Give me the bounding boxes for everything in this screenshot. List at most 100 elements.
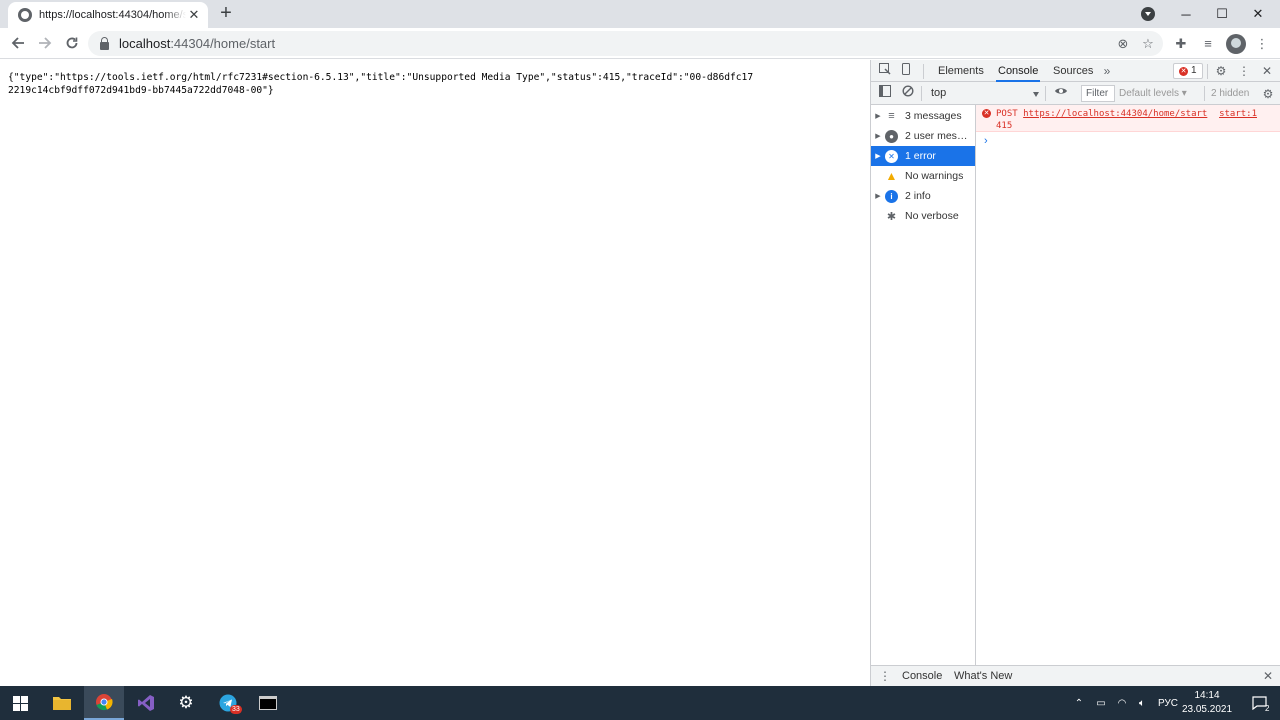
globe-icon <box>18 8 32 22</box>
reload-button[interactable] <box>61 32 83 54</box>
lock-icon[interactable] <box>100 36 109 50</box>
tab-elements[interactable]: Elements <box>936 60 986 82</box>
forward-button[interactable] <box>34 32 56 54</box>
sidebar-toggle-icon[interactable] <box>877 85 893 101</box>
console-sidebar: ▶ ≡ 3 messages ▶ ● 2 user messages ▶ ✕ 1 error ▲ N… <box>871 105 976 665</box>
taskbar-terminal[interactable] <box>248 686 288 720</box>
devtools-close-icon[interactable]: ✕ <box>1259 63 1275 79</box>
console-settings-gear-icon[interactable]: ⚙ <box>1260 86 1276 102</box>
battery-icon[interactable]: ▭ <box>1090 698 1112 709</box>
log-levels-dropdown[interactable]: Default levels ▾ <box>1119 86 1187 101</box>
reload-icon <box>66 37 78 49</box>
maximize-button[interactable]: ☐ <box>1204 0 1240 28</box>
hidden-messages-count: 2 hidden <box>1211 88 1250 99</box>
back-button[interactable] <box>7 32 29 54</box>
error-icon: ✕ <box>982 109 991 118</box>
sidebar-item-label: 2 user messages <box>905 130 969 142</box>
browser-tab[interactable]: https://localhost:44304/home/start ✕ <box>8 2 208 28</box>
wifi-icon[interactable]: ◠ <box>1112 698 1132 709</box>
windows-logo-icon <box>12 695 28 711</box>
settings-gear-icon: ⚙ <box>178 693 194 712</box>
tab-close-icon[interactable]: ✕ <box>186 7 202 23</box>
clear-console-icon[interactable] <box>900 85 916 101</box>
media-control-icon[interactable]: ≡ <box>1198 34 1218 54</box>
expand-triangle-icon: ▶ <box>875 113 881 120</box>
devtools-menu-icon[interactable]: ⋮ <box>1236 63 1252 79</box>
separator <box>1045 86 1046 101</box>
translate-blocked-icon[interactable]: ⊗ <box>1115 36 1131 52</box>
clock-time: 14:14 <box>1194 690 1220 701</box>
console-filter-bar: top Filter Default levels ▾ 2 hidden ⚙ <box>871 82 1280 105</box>
clock-date: 23.05.2021 <box>1181 704 1233 715</box>
separator <box>1207 64 1208 79</box>
sidebar-item-label: No warnings <box>905 170 964 182</box>
taskbar-settings[interactable]: ⚙ <box>166 686 206 720</box>
sidebar-item-info[interactable]: ▶ i 2 info <box>871 186 975 206</box>
drawer-menu-icon[interactable]: ⋮ <box>877 668 893 684</box>
bug-icon: ✱ <box>886 210 897 223</box>
error-icon: ✕ <box>1179 66 1188 76</box>
context-selector[interactable]: top <box>931 86 1041 101</box>
taskbar-chrome[interactable] <box>84 686 124 720</box>
tab-search-icon[interactable] <box>1141 7 1155 21</box>
more-tabs-chevron-icon[interactable]: » <box>1099 63 1115 79</box>
drawer-close-icon[interactable]: ✕ <box>1260 668 1276 684</box>
taskbar-visual-studio[interactable] <box>126 686 166 720</box>
minimize-button[interactable]: ─ <box>1168 0 1204 28</box>
filter-input[interactable]: Filter <box>1081 85 1115 102</box>
notification-count: 2 <box>1265 704 1270 713</box>
tab-console[interactable]: Console <box>996 60 1041 82</box>
drawer-tab-console[interactable]: Console <box>902 666 942 687</box>
address-bar[interactable]: localhost:44304/home/start ⊗ ☆ <box>88 31 1163 56</box>
visual-studio-icon <box>138 695 154 711</box>
extensions-icon[interactable]: ✚ <box>1171 34 1191 54</box>
taskbar-file-explorer[interactable] <box>42 686 82 720</box>
screen: https://localhost:44304/home/start ✕ + ─… <box>0 0 1280 720</box>
info-icon: i <box>885 189 898 203</box>
show-hidden-icons-chevron-up-icon[interactable]: ⌃ <box>1072 698 1086 709</box>
telegram-unread-badge: 33 <box>230 705 242 714</box>
console-prompt-chevron-icon[interactable]: › <box>984 135 988 147</box>
error-count-badge[interactable]: ✕ 1 <box>1173 63 1203 79</box>
console-error-message[interactable]: ✕ POST https://localhost:44304/home/star… <box>976 105 1280 132</box>
windows-taskbar: ⚙ 33 ⌃ ▭ ◠ 🔈︎ РУС 14:14 23.05.2021 2 <box>0 686 1280 720</box>
volume-icon[interactable]: 🔈︎ <box>1132 698 1152 709</box>
avatar[interactable] <box>1226 34 1246 54</box>
bookmark-star-icon[interactable]: ☆ <box>1140 36 1156 52</box>
error-source-link[interactable]: start:1 <box>1219 108 1257 120</box>
error-url-link[interactable]: https://localhost:44304/home/start <box>1023 109 1207 119</box>
devtools-drawer: ⋮ Console What's New ✕ <box>871 665 1280 686</box>
kebab-menu-icon[interactable]: ⋮ <box>1252 34 1272 54</box>
sidebar-item-error[interactable]: ▶ ✕ 1 error <box>871 146 975 166</box>
tab-title: https://localhost:44304/home/start <box>39 9 186 21</box>
expand-triangle-icon: ▶ <box>875 153 881 160</box>
sidebar-item-list[interactable]: ▶ ≡ 3 messages <box>871 106 975 126</box>
sidebar-item-bug[interactable]: ✱ No verbose <box>871 206 975 226</box>
tab-sources[interactable]: Sources <box>1051 60 1095 82</box>
taskbar-telegram[interactable]: 33 <box>208 686 248 720</box>
devtools-tab-bar: Elements Console Sources » ✕ 1 ⚙ ⋮ ✕ <box>871 60 1280 82</box>
inspect-element-icon[interactable] <box>877 63 893 79</box>
live-expression-eye-icon[interactable] <box>1053 85 1069 101</box>
json-response-text: {"type":"https://tools.ietf.org/html/rfc… <box>8 72 754 96</box>
sidebar-item-user[interactable]: ▶ ● 2 user messages <box>871 126 975 146</box>
error-status-code: 415 <box>996 121 1013 131</box>
list-icon: ≡ <box>888 110 895 122</box>
sidebar-item-label: 3 messages <box>905 110 962 122</box>
sidebar-item-warning[interactable]: ▲ No warnings <box>871 166 975 186</box>
start-button[interactable] <box>0 686 40 720</box>
sidebar-item-label: No verbose <box>905 210 959 222</box>
device-toolbar-icon[interactable] <box>898 63 914 79</box>
tab-strip: https://localhost:44304/home/start ✕ + ─… <box>0 0 1280 28</box>
terminal-icon <box>259 696 277 710</box>
new-tab-button[interactable]: + <box>216 3 236 24</box>
separator <box>923 64 924 79</box>
sidebar-item-label: 2 info <box>905 190 931 202</box>
taskbar-clock[interactable]: 14:14 23.05.2021 <box>1178 689 1236 717</box>
close-window-button[interactable]: ✕ <box>1240 0 1276 28</box>
separator <box>1204 86 1205 101</box>
drawer-tab-whats-new[interactable]: What's New <box>954 666 1012 687</box>
action-center-button[interactable]: 2 <box>1240 686 1280 720</box>
page-viewport: {"type":"https://tools.ietf.org/html/rfc… <box>0 60 870 686</box>
settings-gear-icon[interactable]: ⚙ <box>1213 63 1229 79</box>
